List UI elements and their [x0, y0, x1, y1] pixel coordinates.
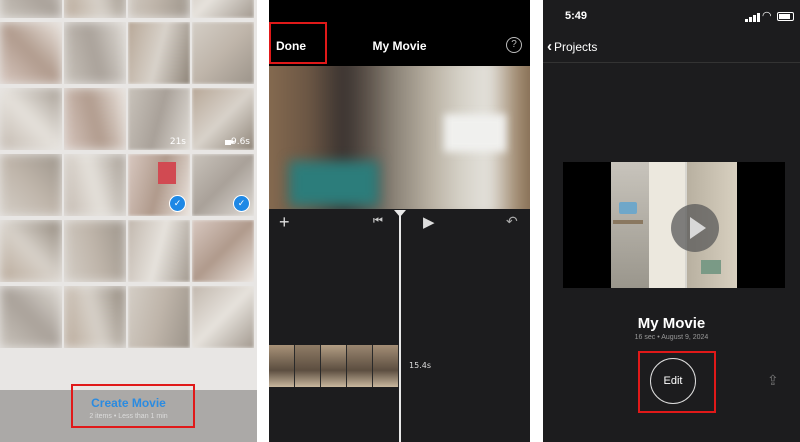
thumbnail-image: [192, 0, 254, 18]
media-thumbnail[interactable]: [64, 220, 126, 282]
edit-button[interactable]: Edit: [650, 358, 696, 404]
chevron-left-icon: ‹: [547, 38, 552, 55]
battery-icon: [777, 12, 794, 21]
filmstrip-frame: [373, 345, 399, 387]
project-meta: 16 sec • August 9, 2024: [634, 334, 709, 341]
media-thumbnail[interactable]: ✓: [192, 154, 254, 216]
thumbnail-image: [64, 22, 126, 84]
thumbnail-image: [0, 220, 62, 282]
play-icon[interactable]: [671, 204, 719, 252]
media-thumbnail[interactable]: [192, 0, 254, 18]
status-bar-time: 5:49: [565, 10, 588, 22]
media-thumbnail[interactable]: [64, 154, 126, 216]
thumbnail-image: [64, 0, 126, 18]
thumbnail-image: [0, 0, 62, 18]
help-icon[interactable]: ?: [506, 37, 522, 53]
filmstrip-frame: [321, 345, 347, 387]
thumbnail-image: [64, 286, 126, 348]
thumbnail-image: [192, 22, 254, 84]
clip-duration-label: 9.6s: [230, 137, 250, 147]
media-thumbnail[interactable]: [64, 286, 126, 348]
back-label: Projects: [554, 40, 598, 54]
video-viewer: [269, 66, 530, 209]
video-frame-object: [289, 161, 379, 206]
filmstrip-frame: [269, 345, 295, 387]
playhead-marker-icon: [394, 210, 406, 217]
project-thumbnail[interactable]: [563, 162, 785, 288]
cellular-signal-icon: [745, 13, 760, 22]
thumbnail-image: [0, 286, 62, 348]
project-detail-screen: 5:49 ◠ ‹ Projects My Movie 16 sec • Augus…: [543, 0, 800, 442]
share-icon[interactable]: ⇪: [767, 372, 779, 389]
video-frame-window: [444, 114, 506, 152]
clip-duration-label: 15.4s: [409, 361, 431, 370]
filmstrip-frame: [295, 345, 321, 387]
media-thumbnail[interactable]: [64, 0, 126, 18]
project-title: My Movie: [637, 315, 706, 332]
thumbnail-image: [128, 0, 190, 18]
selected-check-icon[interactable]: ✓: [169, 195, 186, 212]
thumbnail-image: [0, 88, 62, 150]
media-thumbnail[interactable]: [128, 22, 190, 84]
movie-editor-screen: Done My Movie ? + ⏮ ▶ ↶ 15.4s: [269, 0, 530, 442]
media-thumbnail[interactable]: [192, 22, 254, 84]
media-thumbnail[interactable]: [0, 154, 62, 216]
timeline-clip[interactable]: [269, 345, 399, 387]
thumbnail-image: [128, 220, 190, 282]
back-to-projects-button[interactable]: ‹ Projects: [547, 38, 597, 55]
media-thumbnail[interactable]: [0, 22, 62, 84]
project-title: My Movie: [372, 39, 427, 53]
media-thumbnail[interactable]: [192, 286, 254, 348]
playhead: [399, 214, 401, 442]
media-thumbnail[interactable]: [64, 22, 126, 84]
highlight-box-create-movie: [71, 384, 195, 428]
thumbnail-image: [192, 220, 254, 282]
thumbnail-image: [0, 154, 62, 216]
add-media-icon[interactable]: +: [279, 212, 290, 233]
media-thumbnail[interactable]: [0, 88, 62, 150]
play-icon[interactable]: ▶: [423, 213, 435, 231]
media-thumbnail[interactable]: [128, 286, 190, 348]
thumbnail-image: [64, 154, 126, 216]
thumbnail-image: [0, 22, 62, 84]
clip-duration-label: 21s: [169, 137, 186, 147]
media-thumbnail[interactable]: [128, 220, 190, 282]
filmstrip-frame: [347, 345, 373, 387]
media-thumbnail[interactable]: 21s: [128, 88, 190, 150]
thumbnail-image: [128, 286, 190, 348]
thumbnail-image: [192, 286, 254, 348]
thumbnail-detail: [158, 162, 176, 184]
wifi-icon: ◠: [762, 10, 772, 22]
media-thumbnail[interactable]: [64, 88, 126, 150]
media-thumbnail[interactable]: [0, 220, 62, 282]
media-thumbnail[interactable]: ✓: [128, 154, 190, 216]
media-thumbnail[interactable]: 9.6s: [192, 88, 254, 150]
thumbnail-image: [64, 88, 126, 150]
media-thumbnail[interactable]: [0, 286, 62, 348]
media-thumbnail[interactable]: [128, 0, 190, 18]
thumbnail-image: [64, 220, 126, 282]
thumbnail-image: [128, 22, 190, 84]
undo-icon[interactable]: ↶: [506, 213, 518, 230]
selected-check-icon[interactable]: ✓: [233, 195, 250, 212]
media-thumbnail[interactable]: [192, 220, 254, 282]
nav-divider: [543, 62, 800, 63]
media-picker-screen: 21s 9.6s ✓ ✓ Create Movie 2 items • Less th…: [0, 0, 257, 442]
media-thumbnail[interactable]: [0, 0, 62, 18]
rewind-icon[interactable]: ⏮: [373, 215, 383, 228]
